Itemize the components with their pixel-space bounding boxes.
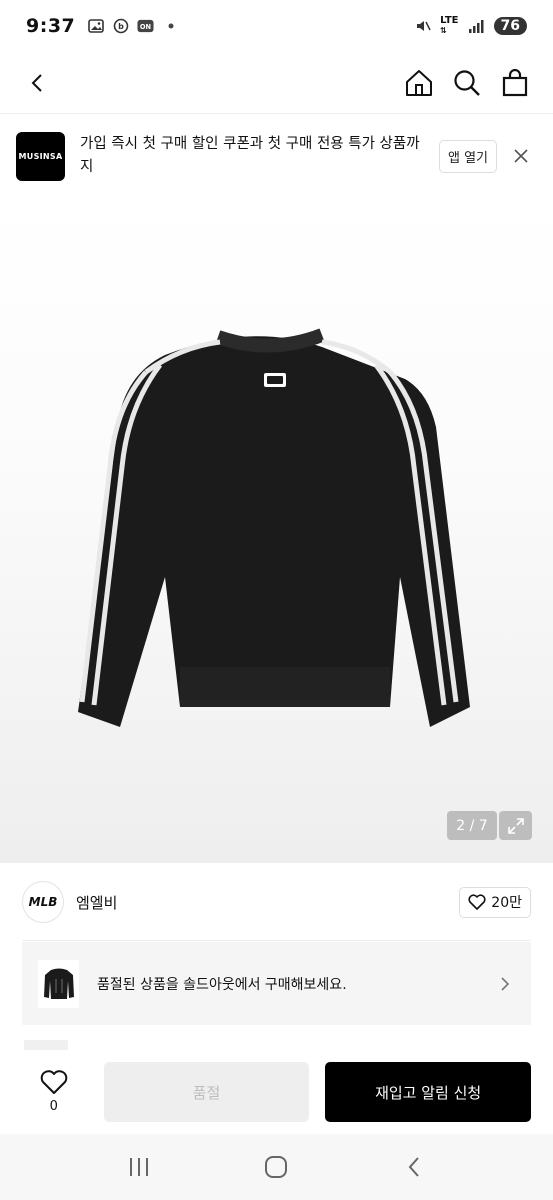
- soldout-thumbnail: [38, 959, 79, 1008]
- recent-apps-icon: [129, 1158, 148, 1176]
- system-status: LTE ⇅ 76: [414, 16, 527, 36]
- banner-close-button[interactable]: [511, 146, 531, 166]
- divider: [22, 940, 531, 941]
- signal-icon: [468, 18, 485, 35]
- product-image-gallery[interactable]: 2 / 7: [0, 197, 553, 863]
- home-nav-button[interactable]: [256, 1147, 296, 1187]
- on-notification-icon: ON: [137, 18, 154, 35]
- messenger-notification-icon: b: [112, 18, 129, 35]
- open-app-button[interactable]: 앱 열기: [439, 139, 498, 173]
- wishlist-button[interactable]: 0: [24, 1070, 84, 1114]
- back-nav-button[interactable]: [394, 1147, 434, 1187]
- soldout-message: 품절된 상품을 솔드아웃에서 구매해보세요.: [97, 976, 347, 993]
- shopping-bag-icon: [502, 68, 528, 96]
- musinsa-logo: MUSINSA: [16, 131, 65, 181]
- app-install-banner: MUSINSA 가입 즉시 첫 구매 할인 쿠폰과 첫 구매 전용 특가 상품까…: [0, 115, 553, 197]
- brand-name[interactable]: 엠엘비: [76, 892, 117, 913]
- brand-like-button[interactable]: 20만: [459, 886, 531, 918]
- home-circle-icon: [265, 1156, 288, 1178]
- chevron-left-icon: [31, 73, 42, 92]
- bottom-action-bar: 0 품절 재입고 알림 신청: [0, 1050, 553, 1134]
- banner-message: 가입 즉시 첫 구매 할인 쿠폰과 첫 구매 전용 특가 상품까지: [80, 136, 420, 175]
- mute-icon: [414, 18, 431, 35]
- cart-button[interactable]: [495, 63, 535, 103]
- svg-text:ON: ON: [140, 23, 151, 31]
- app-header: [0, 52, 553, 114]
- fullscreen-button[interactable]: [499, 811, 532, 840]
- soldout-button[interactable]: 품절: [103, 1062, 310, 1122]
- back-arrow-icon: [408, 1157, 419, 1177]
- heart-icon: [468, 894, 486, 910]
- image-pager: 2 / 7: [447, 811, 497, 840]
- more-notifications-dot-icon: [162, 18, 179, 35]
- status-bar: 9:37 b ON LTE ⇅ 76: [0, 0, 553, 52]
- brand-logo[interactable]: MLB: [22, 881, 64, 923]
- home-button[interactable]: [399, 63, 439, 103]
- back-button[interactable]: [18, 63, 58, 103]
- header-actions: [399, 63, 535, 103]
- brand-row: MLB 엠엘비 20만: [0, 864, 553, 940]
- restock-alert-button[interactable]: 재입고 알림 신청: [325, 1062, 531, 1122]
- soldout-promo-card[interactable]: 품절된 상품을 솔드아웃에서 구매해보세요.: [22, 942, 531, 1025]
- search-icon: [454, 69, 480, 96]
- gallery-notification-icon: [87, 18, 104, 35]
- brand-like-count: 20만: [491, 895, 522, 911]
- heart-icon: [40, 1070, 68, 1094]
- wishlist-count: 0: [49, 1099, 58, 1114]
- product-image-sweatshirt: [78, 328, 470, 727]
- system-nav-bar: [0, 1134, 553, 1200]
- chevron-right-icon: [495, 974, 515, 994]
- svg-text:b: b: [118, 22, 124, 31]
- next-section-peek: [24, 1040, 68, 1050]
- search-button[interactable]: [447, 63, 487, 103]
- expand-icon: [507, 817, 524, 834]
- recent-apps-button[interactable]: [119, 1147, 159, 1187]
- network-type: LTE ⇅: [440, 15, 459, 36]
- notification-icons: b ON: [87, 18, 179, 35]
- close-icon: [514, 149, 528, 163]
- battery-level: 76: [493, 17, 527, 35]
- status-time: 9:37: [26, 15, 76, 37]
- home-icon: [406, 69, 432, 96]
